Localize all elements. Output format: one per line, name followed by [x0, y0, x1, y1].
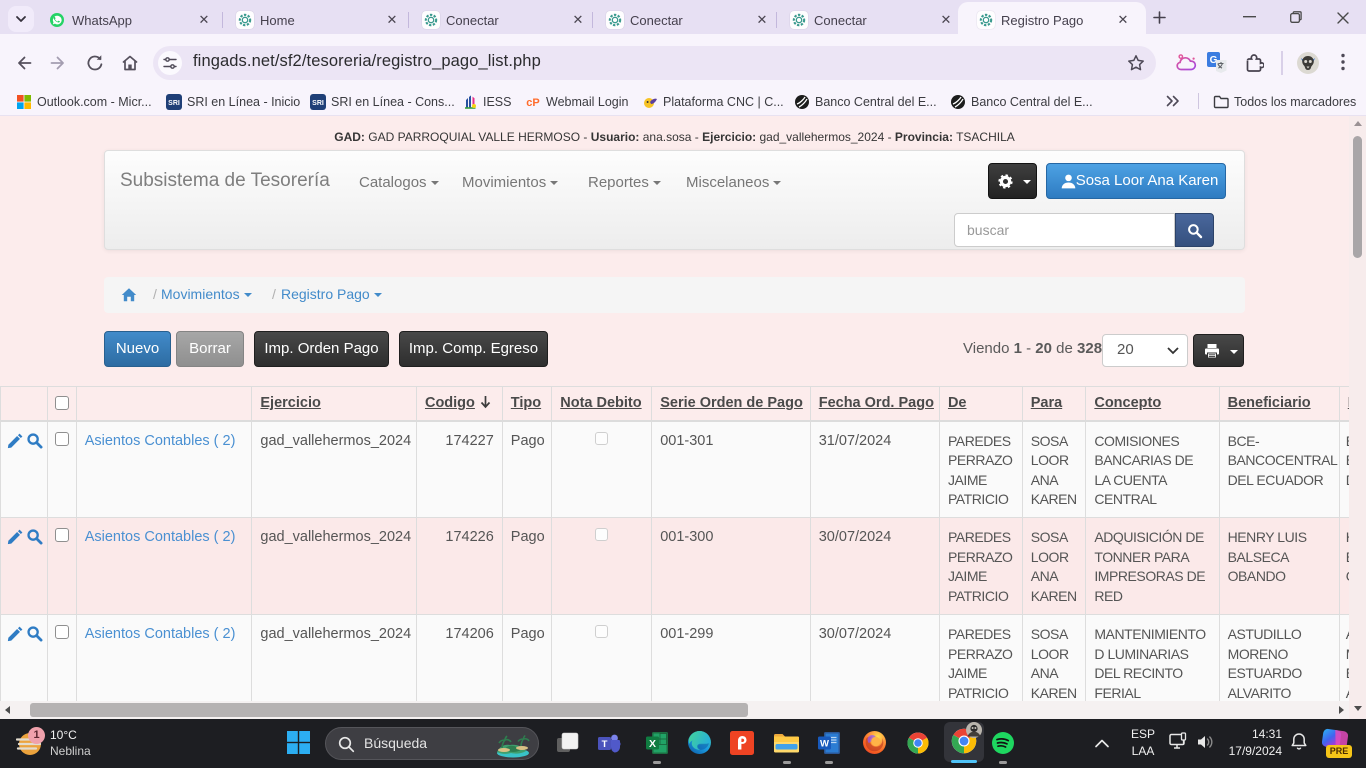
svg-text:W: W: [820, 739, 829, 750]
svg-text:SRI: SRI: [168, 100, 180, 107]
svg-text:cP: cP: [526, 97, 539, 109]
svg-text:SRI: SRI: [312, 100, 324, 107]
svg-text:T: T: [602, 739, 608, 750]
svg-text:X: X: [649, 738, 656, 750]
